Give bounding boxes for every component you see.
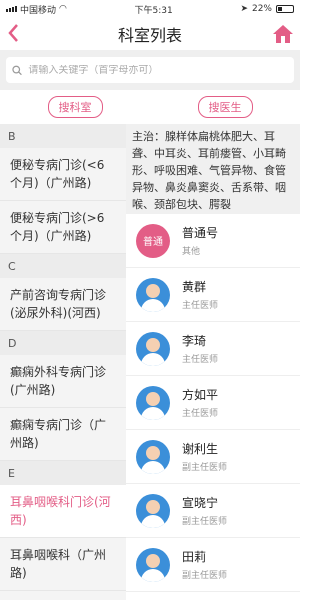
home-button[interactable]	[272, 24, 294, 44]
department-item-selected[interactable]: 耳鼻咽喉科门诊(河西)	[0, 485, 126, 538]
doctor-item[interactable]: 黄群 主任医师	[126, 268, 300, 322]
doctor-title: 副主任医师	[182, 571, 228, 581]
doctor-item[interactable]: 方如平 主任医师	[126, 376, 300, 430]
doctor-title: 其他	[182, 247, 201, 257]
wifi-icon: ◠	[59, 4, 67, 14]
doctor-name: 李琦	[182, 334, 207, 348]
avatar	[136, 385, 170, 420]
filter-bar: 搜科室 搜医生	[0, 90, 300, 124]
avatar	[136, 547, 170, 582]
doctor-item[interactable]: 谢利生 副主任医师	[126, 430, 300, 484]
avatar: 普通	[136, 223, 170, 258]
department-item[interactable]: 耳鼻咽喉科（广州路)	[0, 538, 126, 591]
doctor-name: 田莉	[182, 550, 207, 564]
status-bar: 中国移动 ◠ 下午5:31 ➤ 22%	[0, 0, 300, 18]
avatar	[136, 277, 170, 312]
location-icon: ➤	[240, 4, 248, 14]
doctor-panel: 主治：腺样体扁桃体肥大、耳聋、中耳炎、耳前瘘管、小耳畸形、呼吸困难、气管异物、食…	[126, 124, 300, 600]
department-item[interactable]: 产前咨询专病门诊(泌尿外科)(河西)	[0, 278, 126, 331]
chevron-left-icon	[8, 24, 18, 42]
back-button[interactable]	[6, 22, 26, 46]
department-item[interactable]: 癫痫外科专病门诊(广州路)	[0, 355, 126, 408]
avatar	[136, 439, 170, 474]
section-header: D	[0, 331, 126, 355]
doctor-name: 黄群	[182, 280, 207, 294]
signal-icon	[6, 6, 17, 12]
doctor-title: 副主任医师	[182, 463, 228, 473]
nav-bar: 科室列表	[0, 18, 300, 50]
department-description: 主治：腺样体扁桃体肥大、耳聋、中耳炎、耳前瘘管、小耳畸形、呼吸困难、气管异物、食…	[126, 124, 300, 214]
doctor-name: 方如平	[182, 388, 219, 402]
department-item[interactable]: 便秘专病门诊(<6个月)（广州路)	[0, 148, 126, 201]
doctor-name: 普通号	[182, 226, 219, 240]
avatar	[136, 331, 170, 366]
carrier-name: 中国移动	[20, 5, 57, 16]
doctor-title: 主任医师	[182, 355, 219, 365]
department-item[interactable]: 便秘专病门诊(>6个月)（广州路)	[0, 201, 126, 254]
doctor-title: 副主任医师	[182, 517, 228, 527]
search-box[interactable]	[6, 57, 294, 83]
battery-icon	[276, 5, 294, 13]
doctor-title: 主任医师	[182, 409, 219, 419]
department-list[interactable]: B 便秘专病门诊(<6个月)（广州路) 便秘专病门诊(>6个月)（广州路) C …	[0, 124, 126, 600]
page-title: 科室列表	[117, 26, 182, 45]
doctor-name: 谢利生	[182, 442, 219, 456]
section-header: B	[0, 124, 126, 148]
doctor-item[interactable]: 李琦 主任医师	[126, 322, 300, 376]
battery-percent: 22%	[251, 4, 272, 14]
doctor-name: 宣晓宁	[182, 496, 219, 510]
doctor-item[interactable]: 田莉 副主任医师	[126, 538, 300, 592]
doctor-item[interactable]: 普通 普通号 其他	[126, 214, 300, 268]
doctor-title: 主任医师	[182, 301, 219, 311]
home-icon	[273, 25, 293, 43]
section-header: C	[0, 254, 126, 278]
search-doctor-button[interactable]: 搜医生	[197, 96, 253, 118]
avatar	[136, 493, 170, 528]
department-item[interactable]: 癫痫专病门诊（广州路)	[0, 408, 126, 461]
section-header: E	[0, 461, 126, 485]
doctor-item[interactable]: 宣晓宁 副主任医师	[126, 484, 300, 538]
status-time: 下午5:31	[134, 5, 173, 16]
search-input[interactable]	[28, 64, 288, 76]
search-area	[0, 50, 300, 90]
search-icon	[12, 65, 22, 75]
search-department-button[interactable]: 搜科室	[47, 96, 103, 118]
